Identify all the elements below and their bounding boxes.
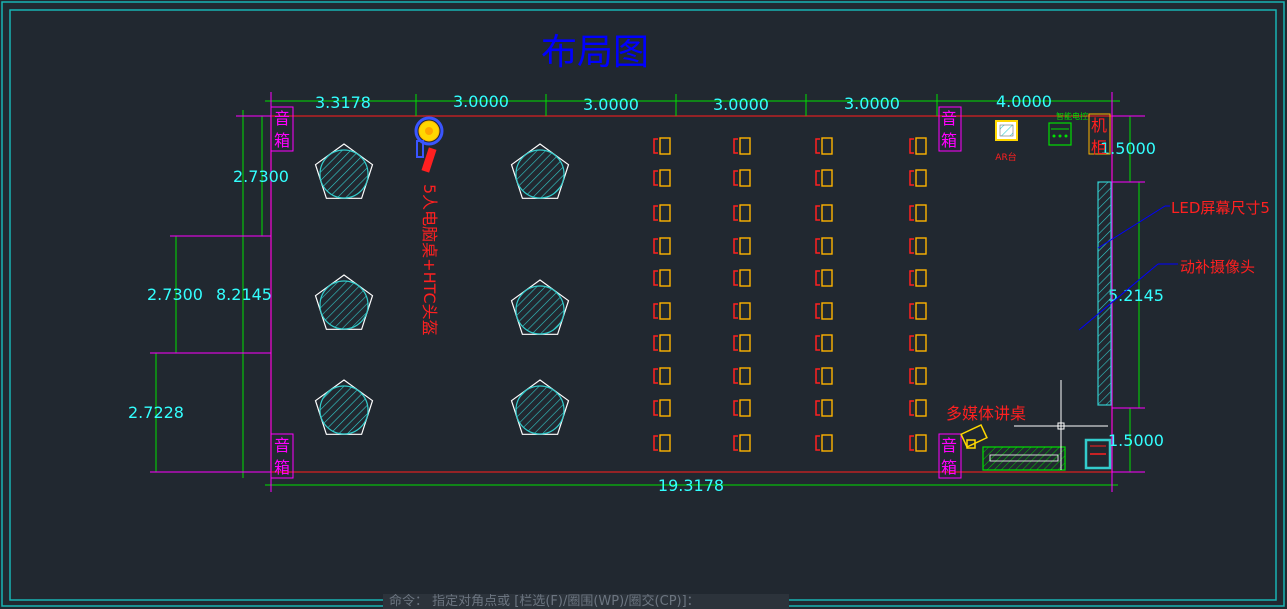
speaker-label: 音 — [274, 109, 290, 128]
dim-left-lower: 2.7228 — [128, 403, 184, 422]
sun-marker-icon — [414, 116, 444, 173]
seat — [909, 334, 927, 352]
seat — [653, 334, 671, 352]
seat — [733, 302, 751, 320]
vr-station — [510, 379, 570, 435]
speaker-bottom-left: 音 箱 — [270, 433, 294, 479]
seat — [909, 237, 927, 255]
speaker-top-right: 音 箱 — [938, 106, 962, 152]
dim-right-top: 1.5000 — [1100, 139, 1156, 158]
vr-stations — [314, 143, 570, 435]
seat — [733, 204, 751, 222]
seat — [815, 204, 833, 222]
seat — [733, 399, 751, 417]
server-cabinet: 机 柜 — [1088, 113, 1111, 157]
seat — [815, 137, 833, 155]
side-unit — [1084, 438, 1112, 470]
seat — [733, 237, 751, 255]
vr-station — [510, 143, 570, 199]
seat — [815, 237, 833, 255]
dim-top-2: 3.0000 — [453, 92, 509, 111]
seat — [815, 399, 833, 417]
cabinet-label: 柜 — [1091, 138, 1107, 157]
seat — [733, 137, 751, 155]
speaker-label: 箱 — [274, 131, 290, 150]
layout-title: 布局图 — [541, 32, 649, 73]
vr-station — [314, 143, 374, 199]
drawing-frame-outer — [1, 1, 1285, 607]
ar-desk-label: AR台 — [995, 151, 1016, 163]
dim-top-5: 3.0000 — [844, 94, 900, 113]
vr-station — [314, 274, 374, 330]
seat — [733, 367, 751, 385]
extension-lines — [150, 92, 1145, 492]
seat — [909, 302, 927, 320]
speaker-top-left: 音 箱 — [270, 106, 294, 152]
speaker-label: 音 — [941, 109, 957, 128]
podium-label: 多媒体讲桌 — [946, 404, 1026, 423]
seat — [653, 434, 671, 452]
cabinet-label: 机 — [1091, 116, 1107, 135]
dim-right-bottom: 1.5000 — [1108, 431, 1164, 450]
ar-desk: AR台 — [995, 120, 1018, 163]
command-line[interactable]: 命令： 指定对角点或 [栏选(F)/圈围(WP)/圈交(CP)]： — [383, 594, 789, 609]
drawing-frame-inner — [9, 9, 1277, 601]
seat — [815, 334, 833, 352]
seat — [653, 302, 671, 320]
seat — [909, 367, 927, 385]
seat — [733, 269, 751, 287]
speaker-label: 音 — [274, 436, 290, 455]
dim-bottom-total: 19.3178 — [658, 476, 724, 495]
podium — [960, 424, 1066, 471]
seat — [909, 169, 927, 187]
dim-right-middle: 5.2145 — [1108, 286, 1164, 305]
seat — [815, 302, 833, 320]
seat — [909, 204, 927, 222]
seat — [733, 434, 751, 452]
dim-left-total: 8.2145 — [216, 285, 272, 304]
seat — [909, 399, 927, 417]
dim-left-outer: 2.7300 — [233, 167, 289, 186]
seat — [909, 269, 927, 287]
dim-top-3: 3.0000 — [583, 95, 639, 114]
motion-camera-label: 动补摄像头 — [1180, 258, 1255, 276]
speaker-label: 箱 — [941, 131, 957, 150]
speaker-label: 箱 — [274, 458, 290, 477]
device-label: 智能电控 — [1056, 111, 1088, 121]
seat — [653, 399, 671, 417]
seat — [733, 334, 751, 352]
seat — [653, 169, 671, 187]
dim-top-6: 4.0000 — [996, 92, 1052, 111]
seat — [653, 269, 671, 287]
speaker-label: 音 — [941, 436, 957, 455]
seat — [909, 137, 927, 155]
speaker-label: 箱 — [941, 458, 957, 477]
seat — [653, 237, 671, 255]
seat — [815, 434, 833, 452]
seat — [653, 204, 671, 222]
seat — [653, 367, 671, 385]
vr-station — [510, 279, 570, 335]
seat — [909, 434, 927, 452]
led-screen-label: LED屏幕尺寸5 — [1171, 199, 1270, 217]
vr-station — [314, 379, 374, 435]
dim-left-middle: 2.7300 — [147, 285, 203, 304]
dim-top-4: 3.0000 — [713, 95, 769, 114]
led-screen — [1097, 181, 1112, 406]
dim-top-1: 3.3178 — [315, 93, 371, 112]
seat — [815, 269, 833, 287]
seat — [733, 169, 751, 187]
seat-grid — [653, 137, 927, 452]
vr-desk-label: 5人电脑桌+HTC头盔 — [420, 184, 439, 336]
cad-canvas[interactable]: 布局图 3.3178 3.0000 3.0000 3.0000 3.0000 4… — [0, 0, 1287, 609]
seat — [815, 367, 833, 385]
seat — [653, 137, 671, 155]
seat — [815, 169, 833, 187]
